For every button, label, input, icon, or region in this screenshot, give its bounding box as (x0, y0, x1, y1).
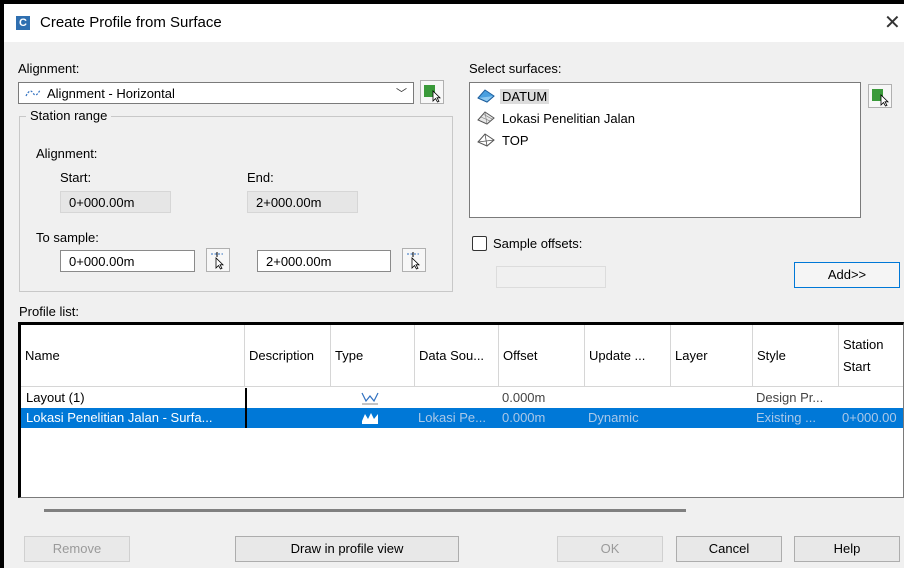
dialog-window: C Create Profile from Surface ✕ Alignmen… (4, 4, 904, 568)
station-alignment-label: Alignment: (36, 146, 98, 161)
sample-start-field[interactable]: 0+000.00m (60, 250, 195, 272)
cancel-button[interactable]: Cancel (676, 536, 782, 562)
column-header-description[interactable]: Description (245, 325, 331, 387)
surface-icon (477, 111, 495, 125)
pick-from-drawing-icon (872, 89, 889, 107)
chevron-down-icon: ﹀ (396, 88, 407, 100)
civil3d-app-icon: C (16, 16, 30, 30)
surfaces-list[interactable]: DATUM Lokasi Penelitian Jalan TOP (469, 82, 861, 218)
row-offset: 0.000m (502, 410, 546, 425)
close-icon[interactable]: ✕ (884, 10, 901, 35)
alignment-label: Alignment: (18, 61, 80, 76)
layout-profile-icon (361, 392, 379, 405)
row-update: Dynamic (588, 410, 639, 425)
alignment-dropdown[interactable]: Alignment - Horizontal ﹀ (18, 82, 414, 104)
column-header-layer[interactable]: Layer (671, 325, 753, 387)
remove-button[interactable]: Remove (24, 536, 130, 562)
title-bar: C Create Profile from Surface ✕ (4, 4, 904, 42)
row-offset: 0.000m (502, 390, 546, 405)
horizontal-scrollbar[interactable] (44, 509, 686, 512)
alignment-icon (25, 89, 41, 97)
alignment-selected-value: Alignment - Horizontal (47, 86, 175, 101)
ok-button[interactable]: OK (557, 536, 663, 562)
pick-station-icon (211, 252, 224, 270)
table-row-selected[interactable]: Lokasi Penelitian Jalan - Surfa... Lokas… (21, 408, 903, 428)
column-header-style[interactable]: Style (753, 325, 839, 387)
surface-item-label: Lokasi Penelitian Jalan (502, 110, 635, 126)
sample-offsets-checkbox[interactable] (472, 236, 487, 251)
dialog-title: Create Profile from Surface (40, 14, 222, 31)
surface-item-top[interactable]: TOP (476, 131, 531, 149)
column-header-data-source[interactable]: Data Sou... (415, 325, 499, 387)
station-range-label: Station range (26, 108, 112, 123)
surface-icon (477, 89, 495, 103)
pick-station-icon (407, 252, 420, 270)
table-row[interactable]: Layout (1) 0.000m Design Pr... (21, 388, 903, 408)
sample-offsets-field (496, 266, 606, 288)
column-header-update[interactable]: Update ... (585, 325, 671, 387)
pick-alignment-button[interactable] (420, 80, 444, 104)
column-header-offset[interactable]: Offset (499, 325, 585, 387)
pick-surface-button[interactable] (868, 84, 892, 108)
row-style: Existing ... (756, 410, 816, 425)
pick-sample-end-button[interactable] (402, 248, 426, 272)
pick-sample-start-button[interactable] (206, 248, 230, 272)
start-station-value: 0+000.00m (60, 191, 171, 213)
pick-from-drawing-icon (424, 85, 441, 103)
row-name: Lokasi Penelitian Jalan - Surfa... (26, 410, 213, 425)
start-label: Start: (60, 170, 92, 185)
profile-list-label: Profile list: (19, 304, 79, 319)
sample-offsets-label: Sample offsets: (493, 236, 583, 251)
add-button[interactable]: Add>> (794, 262, 900, 288)
surface-icon (477, 133, 495, 147)
help-button[interactable]: Help (794, 536, 900, 562)
column-header-type[interactable]: Type (331, 325, 415, 387)
row-style: Design Pr... (756, 390, 824, 405)
row-data-source: Lokasi Pe... (418, 410, 486, 425)
column-header-name[interactable]: Name (21, 325, 245, 387)
row-focus-caret (245, 388, 247, 408)
column-header-station-start[interactable]: Station Start (839, 325, 903, 387)
to-sample-label: To sample: (36, 230, 99, 245)
row-focus-caret (245, 408, 247, 428)
surface-item-label: DATUM (500, 88, 550, 104)
draw-in-profile-view-button[interactable]: Draw in profile view (235, 536, 459, 562)
surface-item-label: TOP (502, 132, 529, 148)
select-surfaces-label: Select surfaces: (469, 61, 562, 76)
row-station-start: 0+000.00 (842, 410, 897, 425)
surface-item-lokasi[interactable]: Lokasi Penelitian Jalan (476, 109, 637, 127)
end-label: End: (247, 170, 274, 185)
end-station-value: 2+000.00m (247, 191, 358, 213)
surface-item-datum[interactable]: DATUM (476, 87, 550, 105)
row-name: Layout (1) (26, 390, 85, 405)
profile-list-table[interactable]: Name Description Type Data Sou... Offset… (18, 322, 904, 498)
sample-end-field[interactable]: 2+000.00m (257, 250, 391, 272)
surface-profile-icon (362, 413, 378, 424)
